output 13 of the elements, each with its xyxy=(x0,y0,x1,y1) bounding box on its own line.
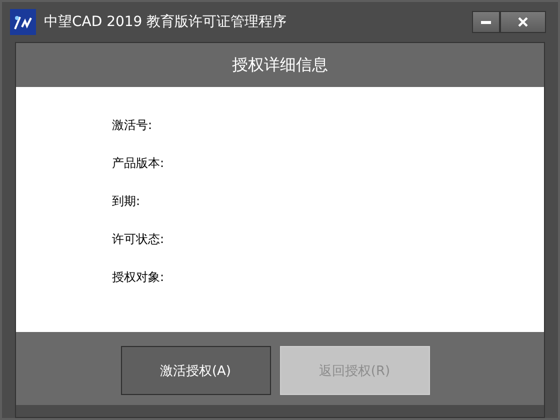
field-label: 许可状态: xyxy=(112,231,166,248)
window-title: 中望CAD 2019 教育版许可证管理程序 xyxy=(44,13,288,31)
header-title: 授权详细信息 xyxy=(232,54,328,76)
close-button[interactable] xyxy=(500,11,546,33)
minimize-icon xyxy=(481,20,491,24)
app-logo-icon xyxy=(10,9,36,35)
minimize-button[interactable] xyxy=(472,11,500,33)
close-icon xyxy=(518,17,528,27)
field-label: 授权对象: xyxy=(112,269,166,286)
field-label: 产品版本: xyxy=(112,155,166,172)
field-label: 激活号: xyxy=(112,117,154,134)
field-label: 到期: xyxy=(112,193,142,210)
activate-button[interactable]: 激活授权(A) xyxy=(120,346,270,395)
